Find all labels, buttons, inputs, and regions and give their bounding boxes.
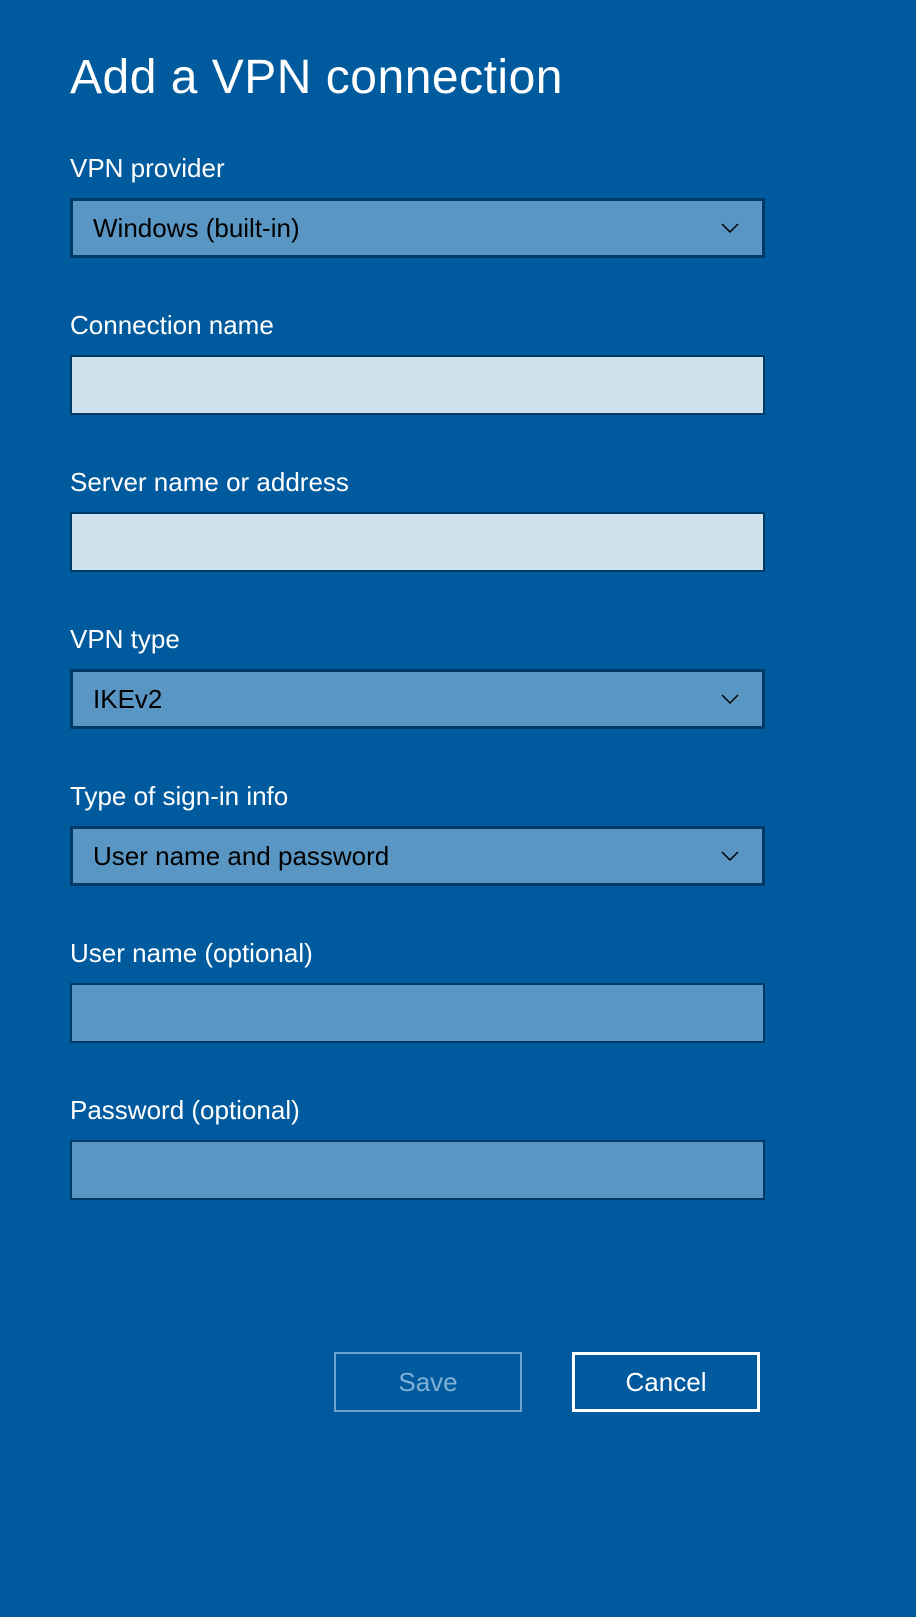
- save-button[interactable]: Save: [334, 1352, 522, 1412]
- signin-type-select[interactable]: User name and password: [70, 826, 765, 886]
- username-input[interactable]: [70, 983, 765, 1043]
- username-group: User name (optional): [70, 938, 846, 1043]
- chevron-down-icon: [718, 687, 742, 711]
- signin-type-value: User name and password: [93, 841, 389, 872]
- vpn-provider-label: VPN provider: [70, 153, 846, 184]
- password-group: Password (optional): [70, 1095, 846, 1200]
- chevron-down-icon: [718, 844, 742, 868]
- signin-type-label: Type of sign-in info: [70, 781, 846, 812]
- vpn-provider-value: Windows (built-in): [93, 213, 300, 244]
- connection-name-label: Connection name: [70, 310, 846, 341]
- vpn-type-label: VPN type: [70, 624, 846, 655]
- cancel-button[interactable]: Cancel: [572, 1352, 760, 1412]
- vpn-type-value: IKEv2: [93, 684, 162, 715]
- connection-name-group: Connection name: [70, 310, 846, 415]
- server-address-input[interactable]: [70, 512, 765, 572]
- page-title: Add a VPN connection: [70, 50, 846, 105]
- vpn-type-group: VPN type IKEv2: [70, 624, 846, 729]
- username-label: User name (optional): [70, 938, 846, 969]
- signin-type-group: Type of sign-in info User name and passw…: [70, 781, 846, 886]
- button-row: Save Cancel: [334, 1352, 760, 1412]
- password-label: Password (optional): [70, 1095, 846, 1126]
- password-input[interactable]: [70, 1140, 765, 1200]
- vpn-provider-select[interactable]: Windows (built-in): [70, 198, 765, 258]
- chevron-down-icon: [718, 216, 742, 240]
- server-address-label: Server name or address: [70, 467, 846, 498]
- vpn-type-select[interactable]: IKEv2: [70, 669, 765, 729]
- vpn-provider-group: VPN provider Windows (built-in): [70, 153, 846, 258]
- server-address-group: Server name or address: [70, 467, 846, 572]
- connection-name-input[interactable]: [70, 355, 765, 415]
